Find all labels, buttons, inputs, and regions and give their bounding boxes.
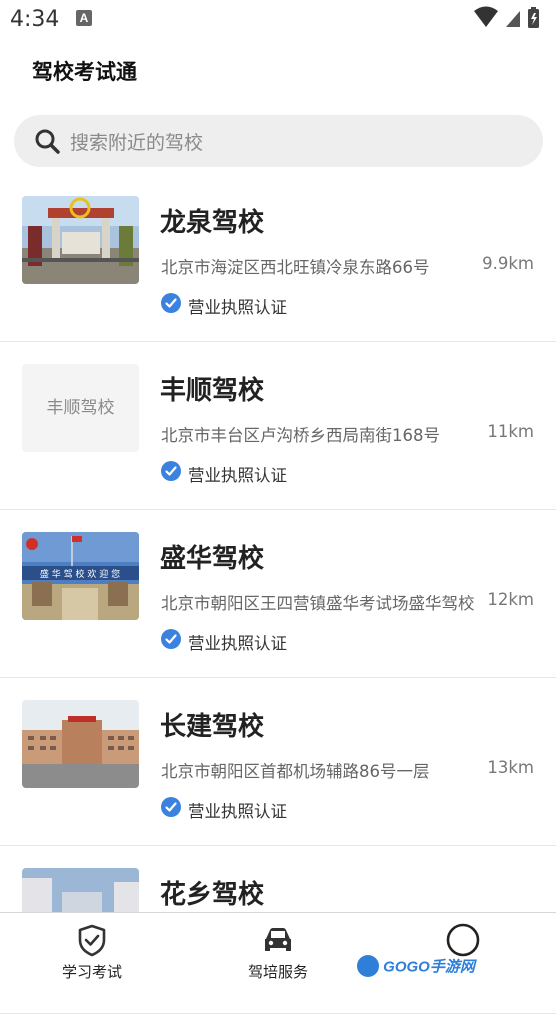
school-address: 北京市丰台区卢沟桥乡西局南街168号 — [161, 426, 440, 445]
school-list: 龙泉驾校 北京市海淀区西北旺镇冷泉东路66号 9.9km 营业执照认证 丰顺驾校… — [0, 174, 556, 1014]
school-address: 北京市朝阳区王四营镇盛华考试场盛华驾校 — [161, 594, 475, 613]
certification-label: 营业执照认证 — [188, 634, 287, 653]
school-item-shenghua[interactable]: 盛 华 驾 校 欢 迎 您 盛华驾校 北京市朝阳区王四营镇盛华考试场盛华驾校 1… — [0, 510, 556, 678]
wifi-icon — [474, 6, 498, 27]
circle-icon — [446, 923, 480, 957]
certification-label: 营业执照认证 — [188, 298, 287, 317]
thumbnail-placeholder-text: 丰顺驾校 — [22, 364, 139, 452]
school-name: 长建驾校 — [160, 712, 265, 742]
school-name: 龙泉驾校 — [160, 208, 265, 238]
search-bar[interactable]: 搜索附近的驾校 — [14, 115, 543, 167]
tab-label: 学习考试 — [61, 963, 122, 981]
school-thumbnail — [22, 196, 139, 284]
search-icon — [35, 129, 60, 154]
shield-check-icon — [78, 924, 106, 957]
school-item-longquan[interactable]: 龙泉驾校 北京市海淀区西北旺镇冷泉东路66号 9.9km 营业执照认证 — [0, 174, 556, 342]
watermark: GOGO手游网 — [357, 955, 475, 981]
school-distance: 13km — [487, 758, 534, 777]
school-distance: 9.9km — [482, 254, 534, 273]
school-distance: 12km — [487, 590, 534, 609]
school-thumbnail: 丰顺驾校 — [22, 364, 139, 452]
search-input[interactable]: 搜索附近的驾校 — [70, 128, 203, 155]
watermark-logo-icon — [357, 955, 379, 977]
watermark-text: GOGO手游网 — [383, 958, 475, 976]
school-thumbnail: 盛 华 驾 校 欢 迎 您 — [22, 532, 139, 620]
school-item-fengshun[interactable]: 丰顺驾校 丰顺驾校 北京市丰台区卢沟桥乡西局南街168号 11km 营业执照认证 — [0, 342, 556, 510]
certification-label: 营业执照认证 — [188, 802, 287, 821]
school-thumbnail — [22, 700, 139, 788]
verified-check-icon — [161, 461, 181, 481]
verified-check-icon — [161, 797, 181, 817]
certification-label: 营业执照认证 — [188, 466, 287, 485]
school-name: 盛华驾校 — [160, 544, 265, 574]
app-title: 驾校考试通 — [32, 60, 137, 84]
tab-label: 驾培服务 — [247, 963, 308, 981]
status-icons — [474, 6, 539, 28]
car-icon — [265, 928, 291, 951]
school-item-changjian[interactable]: 长建驾校 北京市朝阳区首都机场辅路86号一层 13km 营业执照认证 — [0, 678, 556, 846]
school-address: 北京市海淀区西北旺镇冷泉东路66号 — [161, 258, 430, 277]
school-name: 丰顺驾校 — [160, 376, 265, 406]
school-distance: 11km — [487, 422, 534, 441]
school-name: 花乡驾校 — [160, 880, 265, 910]
verified-check-icon — [161, 629, 181, 649]
thumbnail-banner-text: 盛 华 驾 校 欢 迎 您 — [40, 568, 120, 580]
school-address: 北京市朝阳区首都机场辅路86号一层 — [161, 762, 430, 781]
signal-icon — [506, 11, 520, 27]
tab-study-exam[interactable]: 学习考试 — [22, 913, 162, 991]
status-time: 4:34 — [10, 7, 60, 32]
verified-check-icon — [161, 293, 181, 313]
notification-icon: A — [76, 10, 92, 26]
tab-training-service[interactable]: 驾培服务 — [208, 913, 348, 991]
status-bar: 4:34 A — [0, 0, 556, 38]
